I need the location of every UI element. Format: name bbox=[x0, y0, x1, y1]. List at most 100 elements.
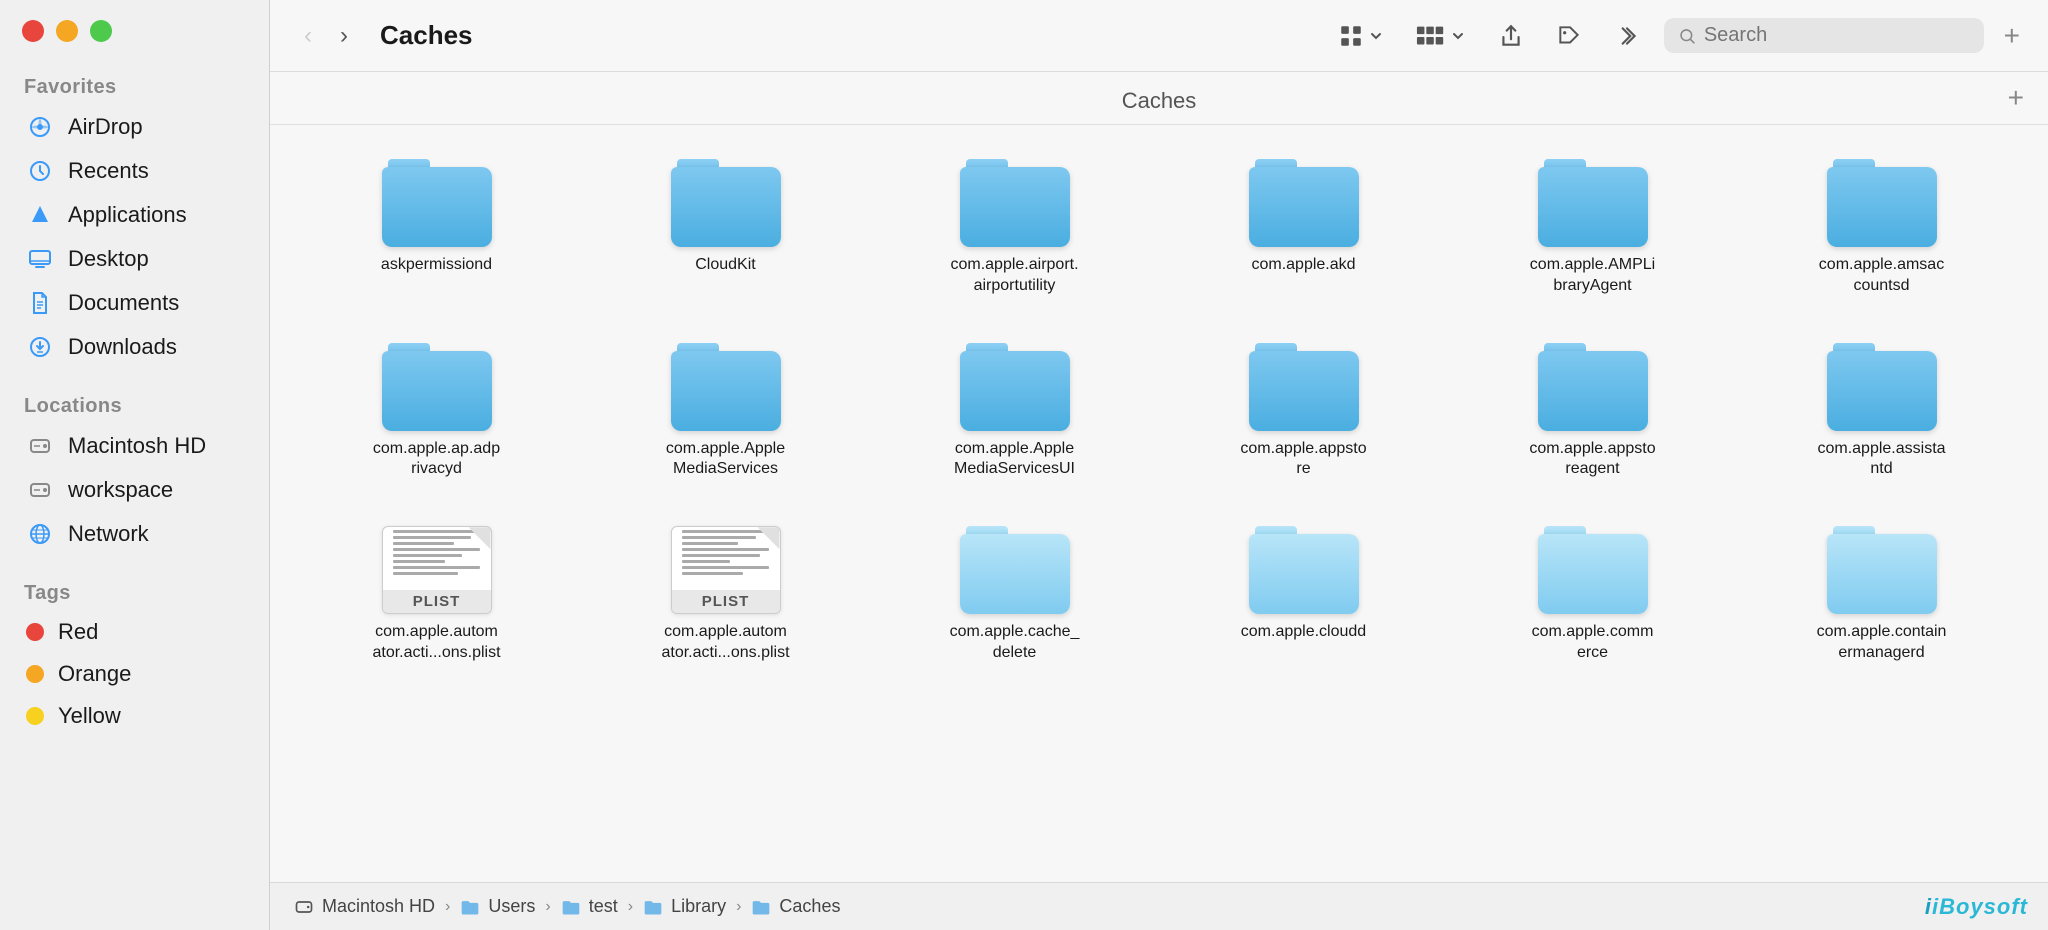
sidebar-item-network[interactable]: Network bbox=[8, 513, 261, 555]
share-button[interactable] bbox=[1490, 18, 1532, 54]
file-item-com-apple-ap-adprivacyd[interactable]: com.apple.ap.adprivacyd bbox=[298, 333, 575, 489]
minimize-button[interactable] bbox=[56, 20, 78, 42]
file-item-com-apple-assistantd[interactable]: com.apple.assistantd bbox=[1743, 333, 2020, 489]
folder-icon-applemediaservices bbox=[671, 343, 781, 431]
locations-label: Locations bbox=[0, 379, 269, 424]
toolbar-title: Caches bbox=[380, 20, 473, 51]
file-item-cache-delete[interactable]: com.apple.cache_delete bbox=[876, 516, 1153, 672]
folder-icon-cache-delete bbox=[960, 526, 1070, 614]
sidebar-item-desktop-label: Desktop bbox=[68, 246, 149, 272]
plist-lines2 bbox=[682, 527, 768, 590]
disk-icon bbox=[26, 432, 54, 460]
chevron2-icon bbox=[1450, 28, 1466, 44]
folder-icon-amplibraryagent bbox=[1538, 159, 1648, 247]
more-button[interactable] bbox=[1606, 18, 1648, 54]
file-item-com-apple-amsaccountsd[interactable]: com.apple.amsaccountsd bbox=[1743, 149, 2020, 305]
file-grid: askpermissiond CloudKit com.apple.airpor… bbox=[298, 149, 2020, 672]
sidebar-item-desktop[interactable]: Desktop bbox=[8, 238, 261, 280]
group-icon bbox=[1416, 23, 1446, 49]
folder-icon-assistantd bbox=[1827, 343, 1937, 431]
favorites-label: Favorites bbox=[0, 60, 269, 105]
sidebar-item-documents[interactable]: Documents bbox=[8, 282, 261, 324]
documents-icon bbox=[26, 289, 54, 317]
file-item-cloudd[interactable]: com.apple.cloudd bbox=[1165, 516, 1442, 672]
breadcrumb-caches-label: Caches bbox=[779, 896, 840, 917]
folder-icon-commerce bbox=[1538, 526, 1648, 614]
close-button[interactable] bbox=[22, 20, 44, 42]
plist-icon-automator2: PLIST bbox=[671, 526, 781, 614]
plist-label: PLIST bbox=[383, 590, 491, 613]
maximize-button[interactable] bbox=[90, 20, 112, 42]
sidebar-item-downloads[interactable]: Downloads bbox=[8, 326, 261, 368]
search-icon bbox=[1678, 26, 1696, 46]
file-item-commerce[interactable]: com.apple.commerce bbox=[1454, 516, 1731, 672]
tag-button[interactable] bbox=[1548, 18, 1590, 54]
breadcrumb-macintosh-hd[interactable]: Macintosh HD bbox=[294, 896, 435, 917]
file-item-com-apple-applemediaservicesui[interactable]: com.apple.AppleMediaServicesUI bbox=[876, 333, 1153, 489]
file-item-automator2[interactable]: PLIST com.apple.automator.acti...ons.pli… bbox=[587, 516, 864, 672]
sidebar-item-recents-label: Recents bbox=[68, 158, 149, 184]
file-name-adprivacyd: com.apple.ap.adprivacyd bbox=[372, 439, 502, 481]
sidebar-item-tag-yellow[interactable]: Yellow bbox=[8, 696, 261, 736]
toolbar: ‹ › Caches bbox=[270, 0, 2048, 72]
file-item-com-apple-airport[interactable]: com.apple.airport.airportutility bbox=[876, 149, 1153, 305]
sidebar-item-airdrop[interactable]: AirDrop bbox=[8, 106, 261, 148]
back-button[interactable]: ‹ bbox=[298, 18, 318, 54]
file-item-com-apple-akd[interactable]: com.apple.akd bbox=[1165, 149, 1442, 305]
add-button[interactable]: + bbox=[2004, 20, 2020, 52]
workspace-disk-icon bbox=[26, 476, 54, 504]
search-input[interactable] bbox=[1704, 24, 1970, 47]
folder-title: Caches bbox=[1122, 88, 1197, 113]
folder-icon-adprivacyd bbox=[382, 343, 492, 431]
file-item-cloudkit[interactable]: CloudKit bbox=[587, 149, 864, 305]
sidebar-item-tag-red[interactable]: Red bbox=[8, 612, 261, 652]
grid-view-icon bbox=[1338, 23, 1364, 49]
file-name-assistantd: com.apple.assistantd bbox=[1817, 439, 1947, 481]
tag-yellow-label: Yellow bbox=[58, 703, 121, 729]
file-name-automator2: com.apple.automator.acti...ons.plist bbox=[661, 622, 791, 664]
file-name-containermanagerd: com.apple.containermanagerd bbox=[1817, 622, 1947, 664]
sidebar-item-applications-label: Applications bbox=[68, 202, 187, 228]
sidebar-item-workspace[interactable]: workspace bbox=[8, 469, 261, 511]
folder-icon-amsaccountsd bbox=[1827, 159, 1937, 247]
file-item-com-apple-appstoreagent[interactable]: com.apple.appstoreagent bbox=[1454, 333, 1731, 489]
breadcrumb-caches[interactable]: Caches bbox=[751, 896, 840, 917]
breadcrumb-sep-4: › bbox=[736, 898, 741, 916]
file-name-akd: com.apple.akd bbox=[1251, 255, 1355, 276]
file-name-amsaccountsd: com.apple.amsaccountsd bbox=[1817, 255, 1947, 297]
file-item-askpermissiond[interactable]: askpermissiond bbox=[298, 149, 575, 305]
file-name-cloudkit: CloudKit bbox=[695, 255, 755, 276]
chevron-right-icon bbox=[1614, 23, 1640, 49]
folder-icon-appstoreagent bbox=[1538, 343, 1648, 431]
file-grid-wrapper: askpermissiond CloudKit com.apple.airpor… bbox=[270, 125, 2048, 882]
tag-icon bbox=[1556, 23, 1582, 49]
breadcrumb-sep-2: › bbox=[545, 898, 550, 916]
sidebar-item-tag-orange[interactable]: Orange bbox=[8, 654, 261, 694]
group-view-button[interactable] bbox=[1408, 18, 1474, 54]
sidebar-item-network-label: Network bbox=[68, 521, 149, 547]
grid-view-button[interactable] bbox=[1330, 18, 1392, 54]
folder-icon-applemediaservicesui bbox=[960, 343, 1070, 431]
file-item-com-apple-appstore[interactable]: com.apple.appstore bbox=[1165, 333, 1442, 489]
forward-button[interactable]: › bbox=[334, 18, 354, 54]
sidebar-item-recents[interactable]: Recents bbox=[8, 150, 261, 192]
file-item-automator1[interactable]: PLIST com.apple.automator.acti...ons.pli… bbox=[298, 516, 575, 672]
watermark-i: i bbox=[1925, 894, 1932, 919]
folder-plus-button[interactable]: + bbox=[2008, 82, 2024, 114]
sidebar-item-documents-label: Documents bbox=[68, 290, 179, 316]
recents-icon bbox=[26, 157, 54, 185]
file-name-cloudd: com.apple.cloudd bbox=[1241, 622, 1366, 643]
folder-icon-airport bbox=[960, 159, 1070, 247]
file-name-automator1: com.apple.automator.acti...ons.plist bbox=[372, 622, 502, 664]
breadcrumb-library-label: Library bbox=[671, 896, 726, 917]
file-item-containermanagerd[interactable]: com.apple.containermanagerd bbox=[1743, 516, 2020, 672]
breadcrumb-users[interactable]: Users bbox=[460, 896, 535, 917]
file-item-com-apple-amplibraryagent[interactable]: com.apple.AMPLibraryAgent bbox=[1454, 149, 1731, 305]
share-icon bbox=[1498, 23, 1524, 49]
sidebar-item-applications[interactable]: Applications bbox=[8, 194, 261, 236]
breadcrumb-library[interactable]: Library bbox=[643, 896, 726, 917]
file-item-com-apple-applemediaservices[interactable]: com.apple.AppleMediaServices bbox=[587, 333, 864, 489]
sidebar-item-macintosh-hd[interactable]: Macintosh HD bbox=[8, 425, 261, 467]
network-icon bbox=[26, 520, 54, 548]
breadcrumb-test[interactable]: test bbox=[561, 896, 618, 917]
